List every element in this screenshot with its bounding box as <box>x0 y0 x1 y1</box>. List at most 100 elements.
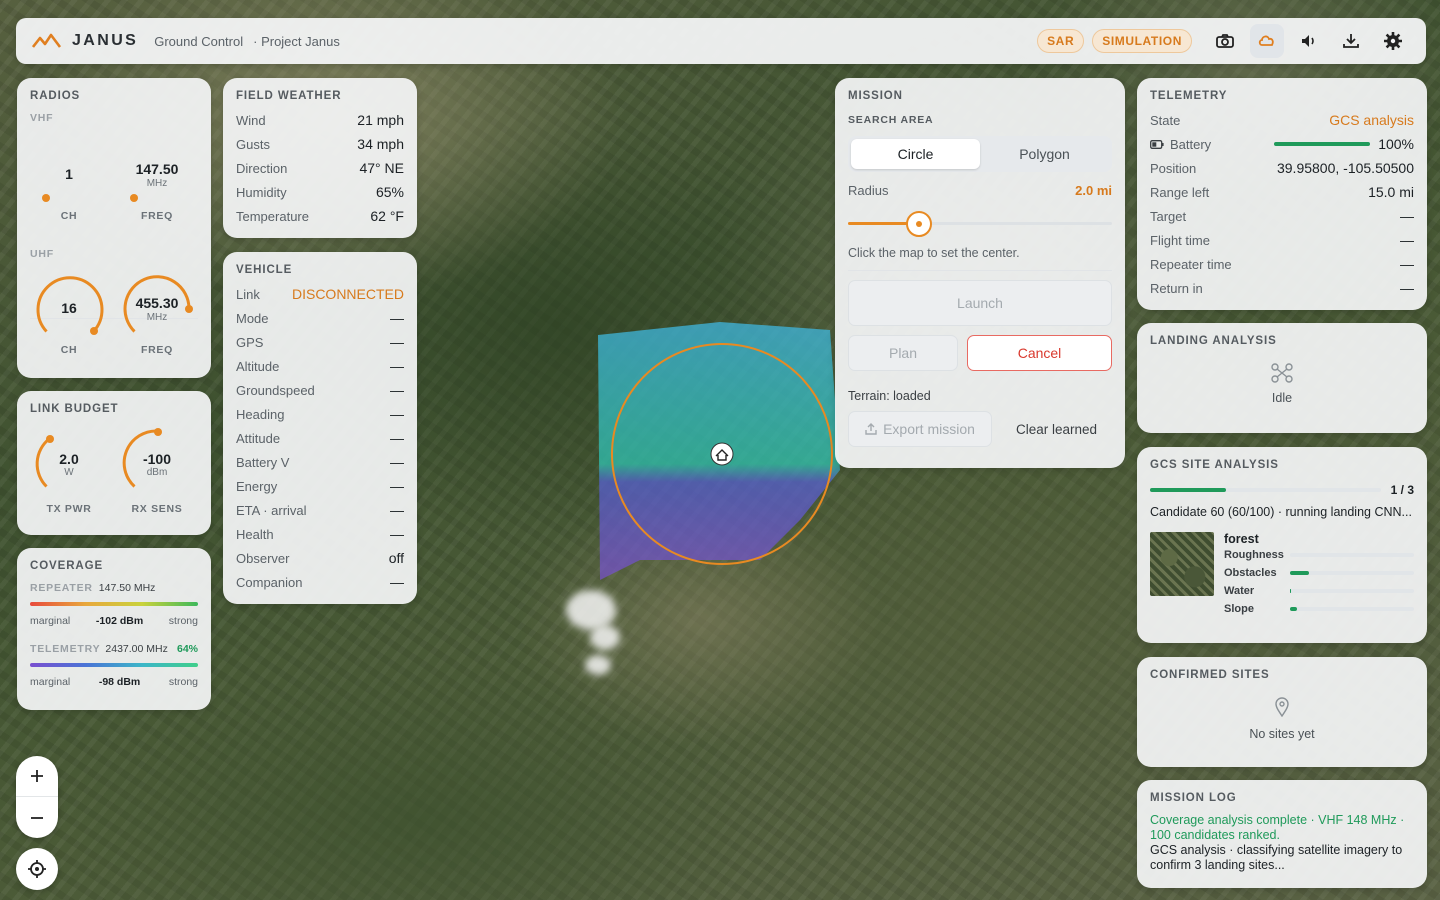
simulation-badge[interactable]: SIMULATION <box>1092 29 1192 53</box>
rx-sensitivity-gauge[interactable]: -100 dBm <box>121 427 193 499</box>
locate-button[interactable] <box>16 848 58 890</box>
cloud-layer-button[interactable] <box>1250 24 1284 58</box>
metric-bar <box>1290 589 1414 593</box>
crosshair-icon <box>28 860 46 878</box>
row-value: 34 mph <box>357 136 404 152</box>
row-value: — <box>1400 280 1414 296</box>
telemetry-percent: 64% <box>176 643 198 655</box>
metric-label: Obstacles <box>1224 567 1277 579</box>
vhf-frequency-value: 147.50 <box>135 161 179 177</box>
home-marker[interactable] <box>710 442 734 466</box>
cloud-icon <box>1258 35 1274 46</box>
download-button[interactable] <box>1334 24 1368 58</box>
gcs-site-analysis-title: GCS SITE ANALYSIS <box>1150 459 1279 471</box>
terrain-class: forest <box>1224 532 1259 546</box>
info-row: Return in — <box>1150 276 1414 300</box>
metric-bar <box>1290 571 1414 575</box>
row-label: Temperature <box>236 208 309 224</box>
row-value: — <box>390 526 404 542</box>
row-value: — <box>390 310 404 326</box>
clear-learned-button[interactable]: Clear learned <box>1001 422 1112 437</box>
telemetry-marginal-label: marginal <box>30 676 71 688</box>
row-value: — <box>1400 208 1414 224</box>
info-row: Groundspeed — <box>236 378 404 402</box>
info-row: Direction 47° NE <box>236 156 404 180</box>
row-value: — <box>1400 232 1414 248</box>
radios-panel: RADIOS VHF UHF 1 CH 147.50 MHz FREQ 16 C… <box>17 78 211 378</box>
info-row: Companion — <box>236 570 404 594</box>
uhf-label: UHF <box>30 248 54 260</box>
candidate-thumbnail[interactable] <box>1150 532 1214 596</box>
link-status: DISCONNECTED <box>291 286 404 302</box>
breadcrumb-project[interactable]: · Project Janus <box>253 34 340 49</box>
zoom-control <box>16 756 58 838</box>
row-label: Companion <box>236 574 303 590</box>
telemetry-panel: TELEMETRY State GCS analysis Battery 100… <box>1137 78 1427 310</box>
no-sites-text: No sites yet <box>1249 727 1315 741</box>
row-label: Repeater time <box>1150 256 1232 272</box>
tab-polygon[interactable]: Polygon <box>980 139 1109 169</box>
download-icon <box>1343 34 1359 48</box>
row-label: Altitude <box>236 358 280 374</box>
field-weather-title: FIELD WEATHER <box>236 90 342 102</box>
tab-circle[interactable]: Circle <box>851 139 980 169</box>
telemetry-title: TELEMETRY <box>1150 90 1228 102</box>
radius-slider[interactable] <box>848 210 1112 238</box>
info-row: Target — <box>1150 204 1414 228</box>
link-budget-title: LINK BUDGET <box>30 403 119 415</box>
tx-power-value: 2.0 <box>59 451 79 467</box>
export-mission-button[interactable]: Export mission <box>848 411 992 447</box>
tx-power-gauge[interactable]: 2.0 W <box>33 427 105 499</box>
janus-logo-icon <box>32 33 62 48</box>
row-label: Flight time <box>1150 232 1210 248</box>
state-value: GCS analysis <box>1329 112 1414 128</box>
vhf-frequency-gauge[interactable]: 147.50 MHz <box>121 138 193 210</box>
vhf-channel-gauge[interactable]: 1 <box>33 138 105 210</box>
terrain-status: Terrain: loaded <box>848 389 931 403</box>
launch-button[interactable]: Launch <box>848 280 1112 326</box>
zoom-in-button[interactable] <box>16 756 58 797</box>
cancel-button[interactable]: Cancel <box>967 335 1112 371</box>
radios-title: RADIOS <box>30 90 81 102</box>
info-row: Humidity 65% <box>236 180 404 204</box>
vhf-freq-label: FREQ <box>141 210 173 222</box>
info-row: Energy — <box>236 474 404 498</box>
battery-label: Battery <box>1170 136 1212 152</box>
plan-button[interactable]: Plan <box>848 335 958 371</box>
repeater-frequency: 147.50 MHz <box>98 582 156 594</box>
row-value: 15.0 mi <box>1368 184 1414 200</box>
info-row: Mode — <box>236 306 404 330</box>
row-label: Return in <box>1150 280 1203 296</box>
settings-button[interactable] <box>1376 24 1410 58</box>
vehicle-list: Mode — GPS — Altitude — Groundspeed — Heading — At… <box>236 306 404 594</box>
cloud <box>566 590 616 630</box>
top-bar: JANUS Ground Control · Project Janus SAR… <box>16 18 1426 64</box>
info-row: Heading — <box>236 402 404 426</box>
log-entry-info: GCS analysis · classifying satellite ima… <box>1150 843 1403 872</box>
row-value: — <box>390 478 404 494</box>
row-value: 47° NE <box>359 160 404 176</box>
row-value: 21 mph <box>357 112 404 128</box>
uhf-channel-gauge[interactable]: 16 <box>33 272 105 344</box>
row-value: — <box>1400 256 1414 272</box>
row-label: Battery V <box>236 454 290 470</box>
mission-panel: MISSION SEARCH AREA Circle Polygon Radiu… <box>835 78 1125 468</box>
vhf-frequency-unit: MHz <box>146 178 168 189</box>
row-label: Attitude <box>236 430 281 446</box>
breadcrumb-ground-control[interactable]: Ground Control <box>154 34 243 49</box>
row-value: 62 °F <box>370 208 404 224</box>
camera-button[interactable] <box>1208 24 1242 58</box>
row-label: GPS <box>236 334 264 350</box>
slider-thumb[interactable] <box>906 211 933 237</box>
row-value: — <box>390 406 404 422</box>
zoom-out-button[interactable] <box>16 797 58 838</box>
sound-button[interactable] <box>1292 24 1326 58</box>
radius-value: 2.0 mi <box>1075 182 1112 198</box>
vhf-label: VHF <box>30 112 54 124</box>
uhf-freq-label: FREQ <box>141 344 173 356</box>
info-row: Battery V — <box>236 450 404 474</box>
uhf-frequency-gauge[interactable]: 455.30 MHz <box>121 272 193 344</box>
sar-badge[interactable]: SAR <box>1037 29 1085 53</box>
row-value: — <box>390 358 404 374</box>
vehicle-panel: VEHICLE Link DISCONNECTED Mode — GPS — Altit… <box>223 252 417 604</box>
